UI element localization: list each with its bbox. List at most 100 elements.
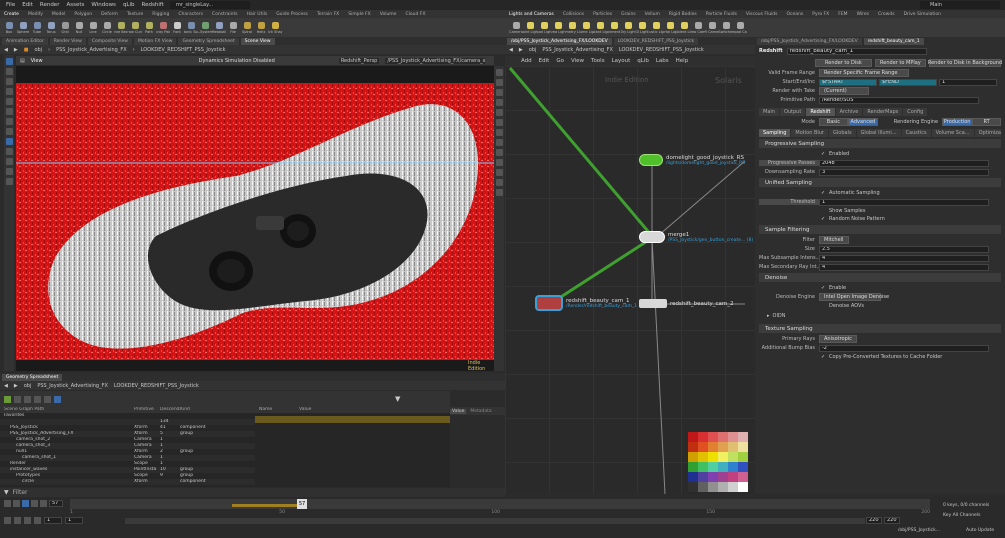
background-icon[interactable] bbox=[495, 119, 503, 126]
network-canvas[interactable]: Indie Edition Solaris domelight_good_joy… bbox=[505, 66, 755, 494]
view-menu-icon[interactable]: ▤ bbox=[20, 58, 25, 64]
flipbook-icon[interactable] bbox=[495, 189, 503, 196]
param-tab-rendermaps[interactable]: RenderMaps bbox=[863, 108, 903, 116]
show-samples-row[interactable]: Show Samples bbox=[759, 207, 1001, 215]
fstart-field[interactable]: $FSTART bbox=[819, 78, 877, 86]
progressive-section[interactable]: Progressive Sampling bbox=[759, 139, 1001, 148]
tool-circle[interactable]: Circle bbox=[100, 18, 114, 37]
net-menu-add[interactable]: Add bbox=[521, 58, 532, 64]
tool-spiral[interactable]: Spiral bbox=[240, 18, 254, 37]
shelf-tab-right-10[interactable]: FEM bbox=[838, 12, 847, 17]
palette-swatch[interactable] bbox=[708, 462, 718, 472]
stop-icon[interactable] bbox=[22, 500, 29, 507]
texture-section[interactable]: Texture Sampling bbox=[759, 324, 1001, 333]
param-subtab-3[interactable]: Global Illumi... bbox=[856, 129, 901, 137]
sheet-path-lookdev[interactable]: LOOKDEV_REDSHIFT_PSS_Joystick bbox=[114, 383, 199, 389]
param-tab-config[interactable]: Config bbox=[903, 108, 928, 116]
filter-icon[interactable] bbox=[34, 395, 41, 403]
keys-icon[interactable] bbox=[34, 517, 41, 524]
net-path-lookdev[interactable]: LOOKDEV_REDSHIFT_PSS_Joystick bbox=[619, 47, 704, 53]
search-icon[interactable] bbox=[44, 395, 51, 403]
denoise-enable-row[interactable]: ✓ Enable bbox=[759, 284, 1001, 292]
palette-swatch[interactable] bbox=[728, 472, 738, 482]
palette-swatch[interactable] bbox=[698, 452, 708, 462]
node-merge1[interactable]: merge1/PSS_Joystick/gen_button_create...… bbox=[639, 231, 753, 243]
sheet-back-icon[interactable]: ◀ bbox=[4, 383, 8, 389]
shelf-tab-11[interactable]: Terrain FX bbox=[317, 12, 339, 17]
net-menu-help[interactable]: Help bbox=[676, 58, 689, 64]
safe-area-icon[interactable] bbox=[495, 139, 503, 146]
tab-metadata[interactable]: Metadata bbox=[468, 409, 493, 414]
passes-field[interactable]: 2048 bbox=[819, 159, 989, 167]
denoise-engine-menu[interactable]: Intel Open Image Denoise bbox=[819, 293, 889, 301]
tool-platonic-solids[interactable]: Platonic Solids bbox=[184, 18, 198, 37]
shelf-tab-right-4[interactable]: Vellum bbox=[645, 12, 660, 17]
shelf-tab-right-12[interactable]: Crowds bbox=[878, 12, 895, 17]
net-forward-icon[interactable]: ▶ bbox=[519, 47, 523, 53]
add-prim-icon[interactable] bbox=[4, 395, 11, 403]
palette-swatch[interactable] bbox=[738, 442, 748, 452]
tab-geometry-spreadsheet[interactable]: Geometry Spreadsheet bbox=[2, 373, 63, 381]
tool-sphere[interactable]: Sphere bbox=[16, 18, 30, 37]
param-subtab-4[interactable]: Caustics bbox=[901, 129, 931, 137]
auto-sampling-row[interactable]: ✓ Automatic Sampling bbox=[759, 189, 1001, 197]
palette-swatch[interactable] bbox=[718, 482, 728, 492]
subsample-field[interactable]: 4 bbox=[819, 254, 989, 262]
render-to-mplay-button[interactable]: Render to MPlay bbox=[874, 59, 926, 67]
shelf-tab-7[interactable]: Characters bbox=[178, 12, 203, 17]
scale-tool-icon[interactable] bbox=[5, 88, 13, 95]
shelf-tab-right-11[interactable]: Wires bbox=[857, 12, 869, 17]
render-to-disk-button[interactable]: Render to Disk bbox=[815, 59, 872, 67]
particles-icon[interactable] bbox=[495, 149, 503, 156]
engine-production-button[interactable]: Production bbox=[942, 118, 973, 126]
palette-swatch[interactable] bbox=[688, 462, 698, 472]
progressive-enabled-row[interactable]: ✓ Enabled bbox=[759, 150, 1001, 158]
tab-param-0[interactable]: /obj/PSS_Joystick_Advertising_FX/LOOKDEV bbox=[757, 37, 862, 45]
path-lookdev[interactable]: LOOKDEV_REDSHIFT_PSS_Joystick bbox=[141, 47, 226, 53]
loop-icon[interactable] bbox=[14, 517, 21, 524]
shelf-tab-10[interactable]: Guide Process bbox=[276, 12, 308, 17]
palette-swatch[interactable] bbox=[698, 462, 708, 472]
shelf-tab-9[interactable]: Hair Utils bbox=[247, 12, 268, 17]
forward-icon[interactable]: ▶ bbox=[14, 47, 18, 53]
palette-swatch[interactable] bbox=[718, 452, 728, 462]
shelf-tab-6[interactable]: Rigging bbox=[152, 12, 169, 17]
palette-swatch[interactable] bbox=[708, 432, 718, 442]
shelf-tab-0[interactable]: Create bbox=[4, 12, 19, 17]
prev-key-icon[interactable] bbox=[13, 500, 20, 507]
tab-param-1[interactable]: redshift_beauty_cam_1 bbox=[863, 37, 924, 45]
view-tool-icon[interactable] bbox=[5, 128, 13, 135]
back-icon[interactable]: ◀ bbox=[4, 47, 8, 53]
light-tool-volume-light[interactable]: Volume Light bbox=[579, 18, 593, 37]
realtime-icon[interactable] bbox=[24, 517, 31, 524]
threshold-field[interactable]: 1 bbox=[819, 198, 989, 206]
palette-swatch[interactable] bbox=[738, 452, 748, 462]
sheet-forward-icon[interactable]: ▶ bbox=[14, 383, 18, 389]
tool-spray-paint[interactable]: Spray Paint bbox=[156, 18, 170, 37]
shelf-tab-13[interactable]: Volume bbox=[380, 12, 397, 17]
palette-swatch[interactable] bbox=[728, 462, 738, 472]
tab-network-0[interactable]: /obj/PSS_Joystick_Advertising_FX/LOOKDEV bbox=[507, 37, 612, 45]
palette-swatch[interactable] bbox=[738, 472, 748, 482]
snap-tool-icon[interactable] bbox=[5, 168, 13, 175]
display-options-icon[interactable] bbox=[495, 69, 503, 76]
camera-menu[interactable]: Redshift_Persp bbox=[338, 57, 380, 64]
object-path[interactable]: /obj/PSS_Joystick... bbox=[898, 528, 940, 533]
param-subtab-5[interactable]: Volume Sca... bbox=[931, 129, 974, 137]
tab-value[interactable]: Value bbox=[450, 408, 467, 414]
palette-swatch[interactable] bbox=[708, 482, 718, 492]
mode-advanced-button[interactable]: Advanced bbox=[847, 118, 878, 126]
shelf-tab-right-2[interactable]: Particles bbox=[593, 12, 612, 17]
menu-file[interactable]: File bbox=[6, 2, 15, 8]
palette-swatch[interactable] bbox=[728, 452, 738, 462]
tool-helix[interactable]: Helix bbox=[254, 18, 268, 37]
palette-swatch[interactable] bbox=[698, 432, 708, 442]
camera-path[interactable]: /PSS_Joystick_Advertising_FX/camera_shot… bbox=[385, 57, 486, 64]
tool-l-system[interactable]: L-System bbox=[198, 18, 212, 37]
path-asset[interactable]: PSS_Joystick_Advertising_FX bbox=[56, 47, 127, 53]
shelf-tab-1[interactable]: Modify bbox=[28, 12, 43, 17]
downsampling-field[interactable]: 3 bbox=[819, 168, 989, 176]
node-domelight[interactable]: domelight_good_joystick_RS/lights/domeli… bbox=[639, 154, 745, 166]
bump-bias-field[interactable]: -2 bbox=[819, 344, 989, 352]
filter-input[interactable]: Filter bbox=[13, 489, 28, 496]
